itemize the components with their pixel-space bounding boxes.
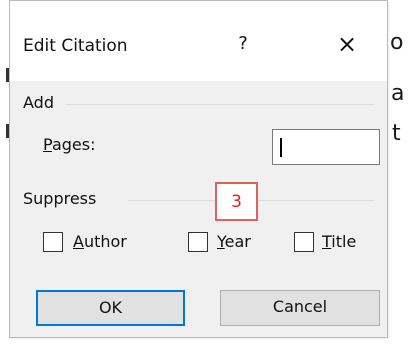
background-text-line-2: a	[391, 81, 405, 106]
add-group-label: Add	[23, 93, 54, 112]
dialog-titlebar: Edit Citation ? ×	[10, 1, 387, 81]
author-checkbox[interactable]	[43, 232, 63, 252]
dialog-title: Edit Citation	[23, 36, 128, 56]
pages-label-text: ages:	[51, 135, 96, 154]
year-checkbox[interactable]	[188, 232, 208, 252]
title-label[interactable]: Title	[322, 232, 356, 251]
ok-button[interactable]: OK	[36, 290, 185, 326]
pages-input[interactable]	[272, 129, 380, 165]
help-button[interactable]: ?	[232, 32, 254, 56]
title-checkbox[interactable]	[294, 232, 314, 252]
edit-citation-dialog: Edit Citation ? × Add Pages: Suppress Au…	[9, 0, 388, 338]
pages-label: Pages:	[43, 135, 95, 154]
close-button[interactable]: ×	[332, 29, 362, 59]
pages-label-accelerator: P	[43, 135, 52, 154]
step-annotation-number: 3	[231, 192, 242, 212]
suppress-group-label: Suppress	[23, 189, 97, 208]
background-text-line-3: t	[392, 121, 401, 146]
add-group-divider	[65, 104, 375, 105]
year-label[interactable]: Year	[217, 232, 251, 251]
cancel-button[interactable]: Cancel	[220, 290, 380, 326]
background-text-line-1: o	[390, 30, 404, 55]
step-annotation-marker: 3	[215, 182, 258, 221]
author-label[interactable]: Author	[73, 232, 127, 251]
text-caret	[280, 138, 282, 157]
